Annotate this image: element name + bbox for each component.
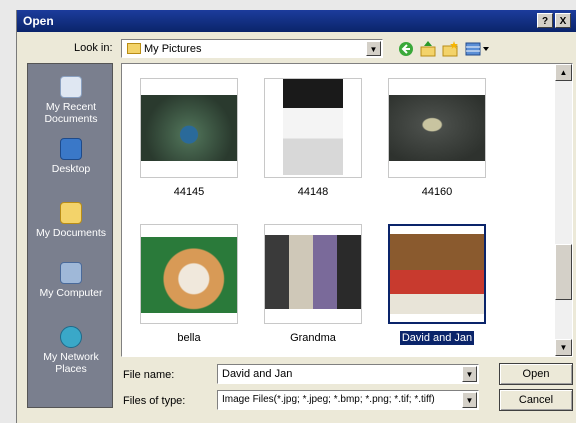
thumbnail-image xyxy=(265,235,361,309)
place-recent-documents[interactable]: My Recent Documents xyxy=(28,76,114,125)
desktop-icon xyxy=(60,138,82,160)
close-button[interactable]: X xyxy=(555,13,571,28)
scroll-thumb[interactable] xyxy=(555,244,572,300)
thumbnail-image xyxy=(141,237,237,313)
file-name-value: David and Jan xyxy=(222,368,293,380)
file-type-value: Image Files(*.jpg; *.jpeg; *.bmp; *.png;… xyxy=(222,394,435,405)
chevron-down-icon[interactable]: ▼ xyxy=(366,41,381,56)
views-menu-icon[interactable] xyxy=(465,40,491,58)
thumbnail-image xyxy=(141,95,237,161)
up-folder-icon[interactable] xyxy=(419,40,437,58)
look-in-label: Look in: xyxy=(74,42,113,54)
scroll-down-button[interactable]: ▼ xyxy=(555,339,572,356)
place-desktop[interactable]: Desktop xyxy=(28,138,114,175)
place-label: My Documents xyxy=(35,227,107,239)
file-name-label: File name: xyxy=(123,369,175,381)
thumbnail-image xyxy=(283,79,343,175)
cancel-button[interactable]: Cancel xyxy=(499,389,573,411)
file-thumbnail[interactable] xyxy=(140,78,238,178)
file-thumbnail-selected[interactable] xyxy=(388,224,486,324)
place-label: My Network Places xyxy=(43,351,99,375)
file-name-label: bella xyxy=(177,332,201,344)
place-network-places[interactable]: My Network Places xyxy=(28,326,114,375)
chevron-down-icon[interactable]: ▼ xyxy=(462,366,477,382)
back-icon[interactable] xyxy=(397,40,415,58)
file-name-input[interactable]: David and Jan ▼ xyxy=(217,364,479,384)
look-in-value: My Pictures xyxy=(144,43,202,55)
place-label: My Recent Documents xyxy=(44,101,98,125)
title-bar[interactable]: Open ? X xyxy=(17,10,576,32)
file-name-label: Grandma xyxy=(290,332,336,344)
look-in-dropdown[interactable]: My Pictures ▼ xyxy=(121,39,383,58)
file-thumbnail[interactable] xyxy=(264,78,362,178)
open-button[interactable]: Open xyxy=(499,363,573,385)
file-type-label: Files of type: xyxy=(123,395,186,407)
file-thumbnail[interactable] xyxy=(388,78,486,178)
file-type-dropdown[interactable]: Image Files(*.jpg; *.jpeg; *.bmp; *.png;… xyxy=(217,390,479,410)
thumbnail-image xyxy=(390,234,484,314)
place-my-documents[interactable]: My Documents xyxy=(28,202,114,239)
thumbnail-image xyxy=(389,95,485,161)
place-my-computer[interactable]: My Computer xyxy=(28,262,114,299)
file-name-label: 44148 xyxy=(297,186,329,198)
my-documents-icon xyxy=(60,202,82,224)
file-name-label: 44145 xyxy=(173,186,205,198)
place-label: Desktop xyxy=(51,163,91,175)
recent-documents-icon xyxy=(60,76,82,98)
my-computer-icon xyxy=(60,262,82,284)
places-bar: My Recent Documents Desktop My Documents… xyxy=(27,63,113,408)
file-thumbnail[interactable] xyxy=(140,224,238,324)
open-dialog: Open ? X Look in: My Pictures ▼ My Recen… xyxy=(16,10,576,423)
new-folder-icon[interactable] xyxy=(441,40,459,58)
window-title: Open xyxy=(23,14,54,28)
folder-icon xyxy=(127,43,141,54)
file-list[interactable]: 44145 44148 44160 bella Grandma David an… xyxy=(121,63,573,357)
chevron-down-icon[interactable]: ▼ xyxy=(462,392,477,408)
file-name-label: 44160 xyxy=(421,186,453,198)
file-thumbnail[interactable] xyxy=(264,224,362,324)
network-places-icon xyxy=(60,326,82,348)
scroll-up-button[interactable]: ▲ xyxy=(555,64,572,81)
help-button[interactable]: ? xyxy=(537,13,553,28)
place-label: My Computer xyxy=(39,287,103,299)
vertical-scrollbar[interactable]: ▲ ▼ xyxy=(555,64,572,356)
file-name-label-selected: David and Jan xyxy=(399,331,475,345)
